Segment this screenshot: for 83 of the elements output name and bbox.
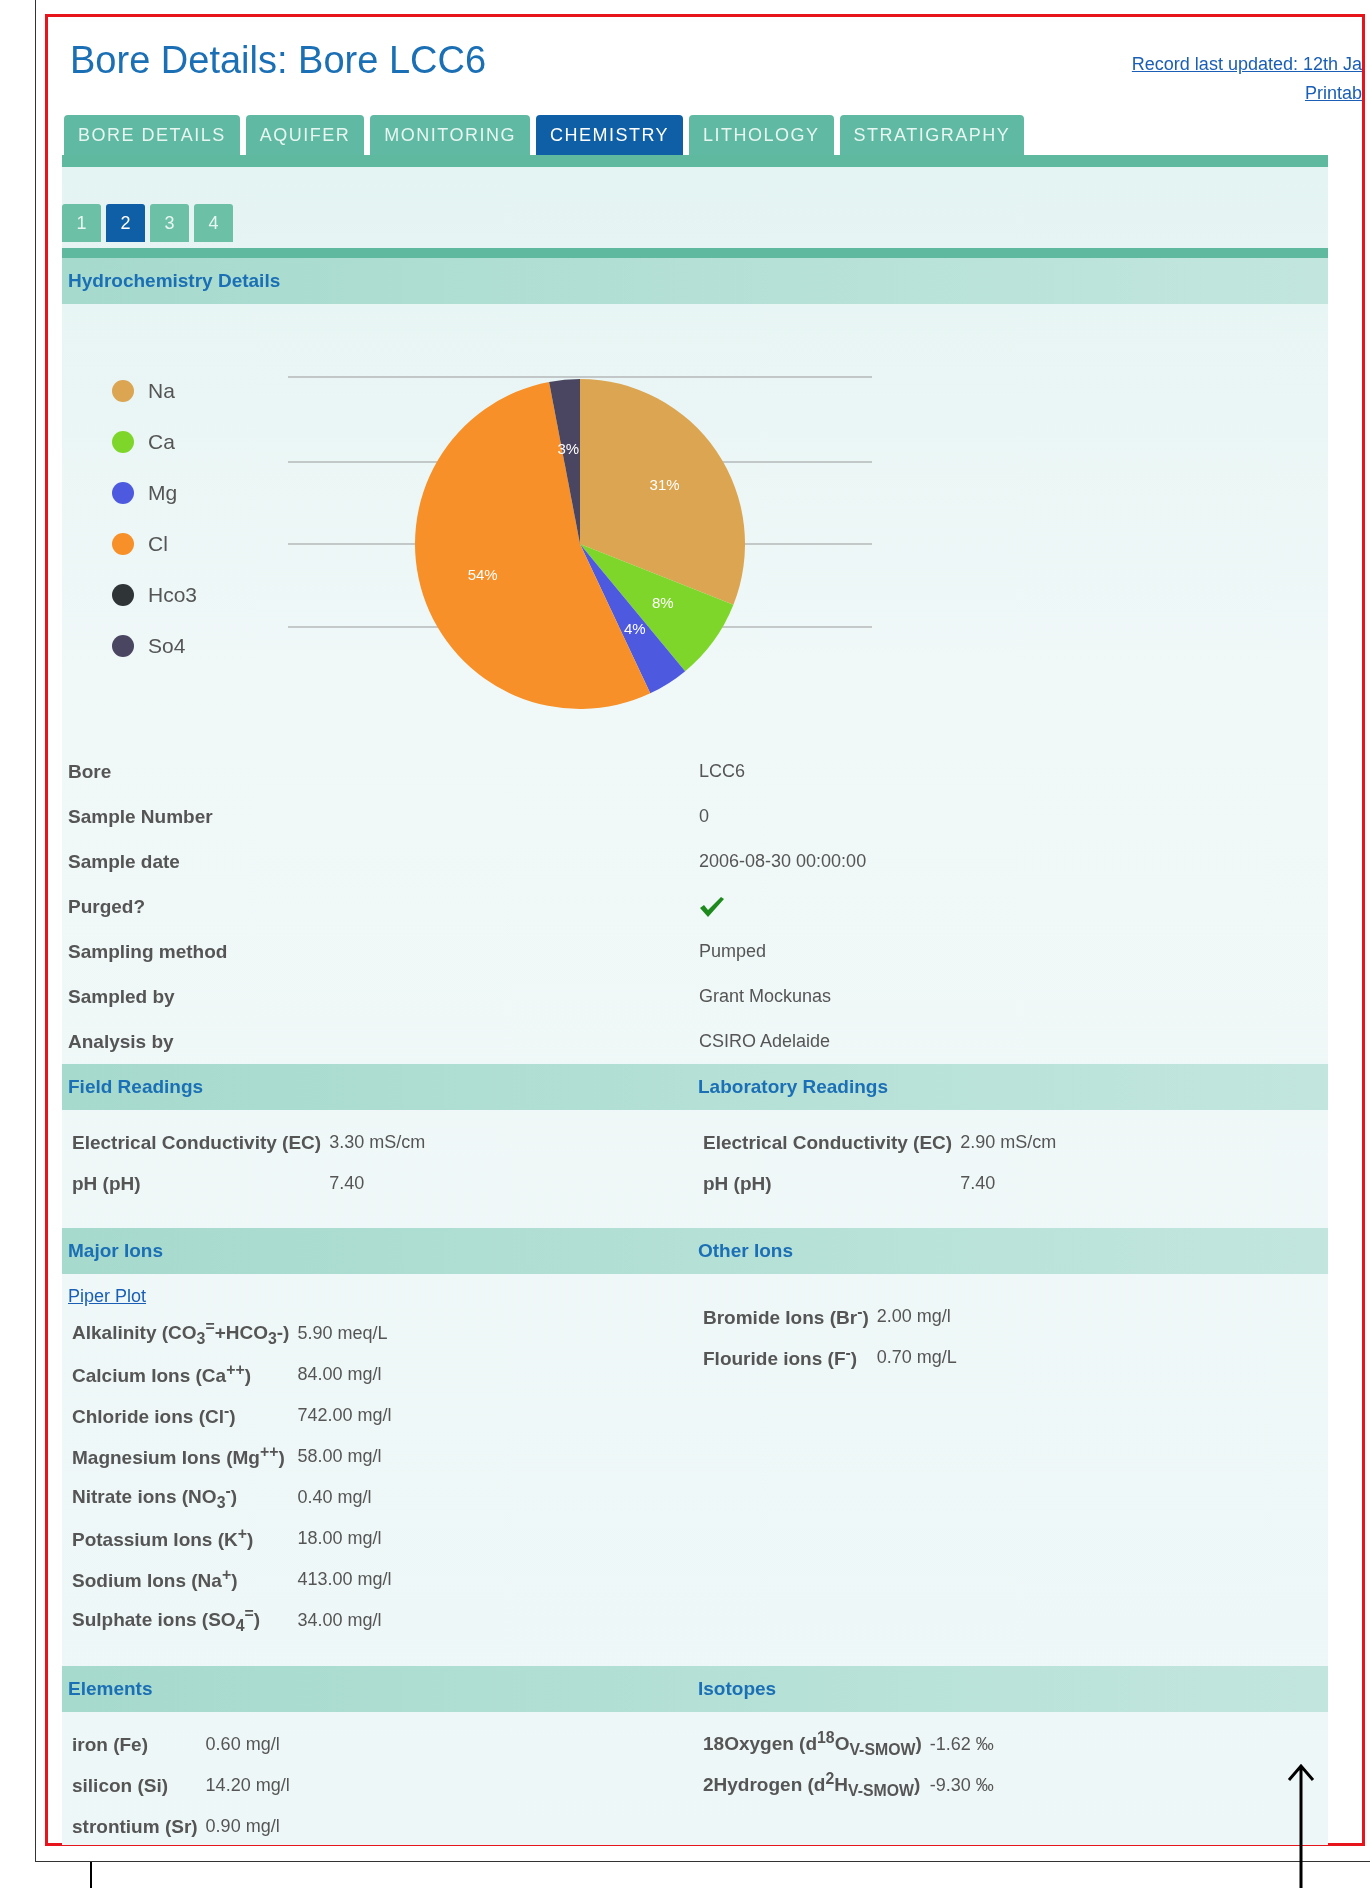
header-link[interactable]: Record last updated: 12th Ja — [1131, 54, 1362, 75]
up-arrow-icon — [1286, 1763, 1316, 1888]
reading-value: 3.30 mS/cm — [329, 1132, 426, 1153]
slice-label: 54% — [467, 565, 498, 583]
detail-value: Pumped — [699, 941, 768, 962]
detail-label: Sampled by — [68, 985, 176, 1008]
reading-value: 7.40 — [960, 1173, 997, 1194]
detail-label: Purged? — [68, 895, 147, 918]
reading-label: pH (pH) — [72, 1172, 142, 1195]
reading-value: 0.70 mg/L — [876, 1347, 957, 1368]
reading-label: Alkalinity (CO$_{3}$$^{=}$+HCO$_{3}$-) — [72, 1318, 290, 1349]
detail-value: 0 — [699, 806, 710, 827]
header-link[interactable]: Printab — [1304, 83, 1362, 104]
reading-label: silicon (Si) — [72, 1774, 170, 1797]
legend-label: Cl — [148, 532, 168, 556]
reading-value: 742.00 mg/l — [297, 1405, 392, 1426]
section-title: Laboratory Readings — [698, 1076, 890, 1098]
reading-value: 0.90 mg/l — [205, 1816, 281, 1837]
reading-value: 2.90 mS/cm — [960, 1132, 1057, 1153]
reading-label: Chloride ions (Cl$^{-}$) — [72, 1402, 237, 1429]
nav-tab[interactable]: LITHOLOGY — [689, 115, 834, 155]
section-title: Field Readings — [68, 1076, 205, 1098]
reading-label: Magnesium Ions (Mg$^{++}$) — [72, 1443, 286, 1470]
detail-label: Analysis by — [68, 1030, 175, 1053]
reading-value: -1.62 ‰ — [929, 1734, 994, 1755]
detail-label: Sampling method — [68, 940, 229, 963]
reading-value: 34.00 mg/l — [297, 1610, 383, 1631]
nav-tab[interactable]: BORE DETAILS — [64, 115, 240, 155]
reading-label: 2Hydrogen (d$^{2}$H$_{V-SMOW}$) — [703, 1770, 922, 1801]
reading-value: -9.30 ‰ — [929, 1775, 994, 1796]
reading-label: Bromide Ions (Br$^{-}$) — [703, 1303, 869, 1330]
legend-label: Hco3 — [148, 583, 198, 607]
reading-label: Sulphate ions (SO$_{4}$$^{=}$) — [72, 1605, 261, 1636]
nav-tab[interactable]: CHEMISTRY — [535, 115, 684, 155]
reading-label: Potassium Ions (K$^{+}$) — [72, 1525, 255, 1552]
detail-value: 2006-08-30 00:00:00 — [699, 851, 868, 872]
slice-label: 31% — [649, 476, 680, 494]
reading-label: Electrical Conductivity (EC) — [703, 1131, 953, 1154]
detail-label: Sample date — [68, 850, 181, 873]
section-title: Hydrochemistry Details — [68, 270, 281, 292]
reading-label: Electrical Conductivity (EC) — [72, 1131, 322, 1154]
detail-value: LCC6 — [699, 761, 747, 782]
reading-label: Sodium Ions (Na$^{+}$) — [72, 1566, 239, 1593]
nav-tab[interactable]: STRATIGRAPHY — [839, 115, 1025, 155]
nav-tab[interactable]: AQUIFER — [245, 115, 365, 155]
detail-label: Bore — [68, 760, 113, 783]
page-tab[interactable]: 3 — [150, 204, 189, 242]
reading-value: 7.40 — [329, 1173, 366, 1194]
detail-value: Grant Mockunas — [699, 986, 833, 1007]
reading-label: iron (Fe) — [72, 1733, 149, 1756]
section-title: Elements — [68, 1678, 154, 1700]
legend-label: Ca — [148, 430, 175, 454]
nav-tab[interactable]: MONITORING — [370, 115, 530, 155]
legend-label: Mg — [148, 481, 178, 505]
page-tab[interactable]: 2 — [106, 204, 145, 242]
section-title: Isotopes — [698, 1678, 778, 1700]
reading-value: 2.00 mg/l — [876, 1306, 952, 1327]
reading-value: 18.00 mg/l — [297, 1528, 383, 1549]
reading-value: 84.00 mg/l — [297, 1364, 383, 1385]
reading-value: 413.00 mg/l — [297, 1569, 392, 1590]
reading-label: pH (pH) — [703, 1172, 773, 1195]
reading-value: 58.00 mg/l — [297, 1446, 383, 1467]
slice-label: 4% — [623, 620, 646, 638]
slice-label: 8% — [651, 594, 674, 612]
reading-value: 5.90 meq/L — [297, 1323, 389, 1344]
page-tab[interactable]: 4 — [194, 204, 233, 242]
reading-value: 0.60 mg/l — [205, 1734, 281, 1755]
detail-value: CSIRO Adelaide — [699, 1031, 832, 1052]
legend-label: Na — [148, 379, 175, 403]
page-title: Bore Details: Bore LCC6 — [70, 39, 487, 83]
legend-label: So4 — [148, 634, 186, 658]
section-title: Major Ions — [68, 1240, 164, 1262]
section-title: Other Ions — [698, 1240, 794, 1262]
reading-label: Nitrate ions (NO$_{3}$$^{-}$) — [72, 1482, 239, 1513]
reading-label: strontium (Sr) — [72, 1815, 198, 1838]
reading-label: Calcium Ions (Ca$^{++}$) — [72, 1361, 252, 1388]
reading-value: 14.20 mg/l — [205, 1775, 290, 1796]
detail-label: Sample Number — [68, 805, 214, 828]
reading-label: Flouride ions (F$^{-}$) — [703, 1344, 859, 1371]
page-tab[interactable]: 1 — [62, 204, 101, 242]
piper-plot-link[interactable]: Piper Plot — [68, 1286, 693, 1307]
reading-value: 0.40 mg/l — [297, 1487, 373, 1508]
reading-label: 18Oxygen (d$^{18}$O$_{V-SMOW}$) — [703, 1729, 922, 1760]
